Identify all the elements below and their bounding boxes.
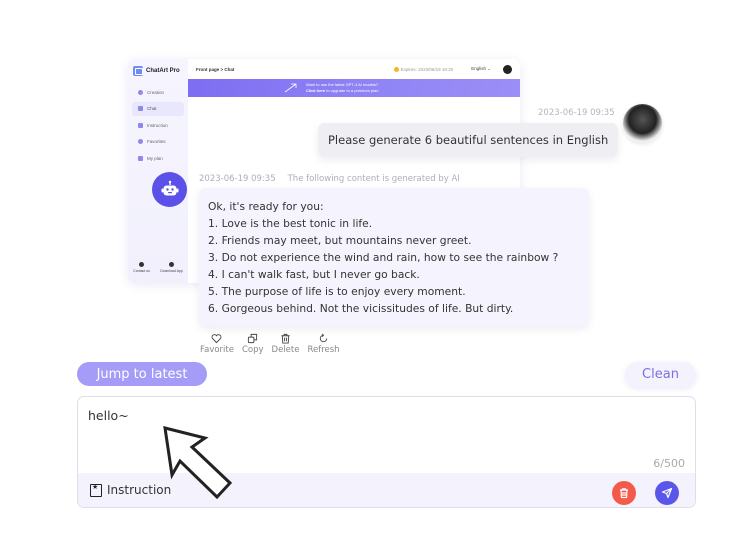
- ai-message-line: 2. Friends may meet, but mountains never…: [208, 234, 472, 247]
- jump-to-latest-button[interactable]: Jump to latest: [77, 362, 207, 386]
- mini-language-label: English: [471, 66, 486, 71]
- coin-icon: [393, 66, 399, 72]
- clean-button[interactable]: Clean: [625, 362, 696, 387]
- mini-nav-label: Chat: [147, 106, 157, 111]
- ai-message-bubble: Ok, it's ready for you: 1. Love is the b…: [199, 188, 589, 326]
- instruction-book-icon: [90, 483, 102, 497]
- mini-brand: ChatArt Pro: [146, 68, 180, 74]
- mini-nav-label: Instruction: [147, 122, 168, 128]
- mini-breadcrumb: Front page > Chat: [196, 66, 235, 72]
- heart-icon: [212, 334, 222, 344]
- user-avatar: [623, 104, 662, 143]
- chat-icon: [138, 106, 143, 111]
- mini-nav-favorites[interactable]: Favorites: [132, 135, 184, 149]
- pointer-arrow-icon: [163, 426, 233, 500]
- ai-message-timestamp: 2023-06-19 09:35: [199, 174, 276, 184]
- mini-nav-instruction[interactable]: Instruction: [132, 118, 184, 132]
- plan-icon: [138, 155, 143, 161]
- refresh-label: Refresh: [307, 345, 340, 355]
- delete-button[interactable]: Delete: [271, 333, 300, 355]
- mini-footer: Contact us Download App: [128, 262, 188, 273]
- ai-message-meta: 2023-06-19 09:35 The following content i…: [199, 174, 460, 184]
- mini-nav-label: Creation: [147, 89, 165, 95]
- mini-nav-creation[interactable]: Creation: [132, 85, 184, 99]
- mini-footer-label: Download App: [160, 269, 183, 273]
- character-counter: 6/500: [653, 457, 685, 470]
- refresh-icon: [319, 333, 328, 343]
- ai-message-line: Ok, it's ready for you:: [208, 200, 324, 213]
- user-message-text: Please generate 6 beautiful sentences in…: [328, 133, 609, 147]
- chatart-logo-icon: [133, 66, 143, 76]
- ai-message-line: 3. Do not experience the wind and rain, …: [208, 251, 559, 264]
- copy-icon: [248, 333, 258, 344]
- delete-label: Delete: [271, 345, 300, 355]
- mini-footer-label: Contact us: [133, 269, 150, 273]
- mini-language-select[interactable]: English ⌄: [471, 66, 491, 72]
- favorite-button[interactable]: Favorite: [200, 333, 234, 355]
- mini-nav-label: Favorites: [147, 139, 166, 144]
- mini-avatar[interactable]: [503, 64, 512, 74]
- creation-icon: [138, 89, 143, 95]
- trash-icon: [620, 488, 628, 499]
- user-message-timestamp: 2023-06-19 09:35: [538, 108, 615, 118]
- copy-label: Copy: [241, 345, 264, 355]
- mini-banner-line2: Click here to upgrade to a premium plan: [306, 88, 520, 94]
- trash-icon: [281, 333, 290, 344]
- message-input[interactable]: hello~: [88, 408, 129, 423]
- mini-banner-link[interactable]: Click here: [306, 88, 325, 93]
- clear-input-button[interactable]: [612, 481, 636, 505]
- upgrade-arrow-icon: [284, 83, 297, 93]
- mini-contact-us[interactable]: Contact us: [133, 262, 150, 273]
- user-message-bubble: Please generate 6 beautiful sentences in…: [318, 123, 619, 157]
- ai-message-line: 1. Love is the best tonic in life.: [208, 217, 373, 230]
- robot-assistant-icon[interactable]: [152, 172, 187, 207]
- mini-expiry-text: Expires: 2023/06/19 18:20: [400, 66, 454, 72]
- refresh-button[interactable]: Refresh: [307, 333, 340, 355]
- ai-message-line: 6. Gorgeous behind. Not the vicissitudes…: [208, 302, 514, 315]
- ai-generated-notice: The following content is generated by AI: [287, 174, 460, 184]
- message-actions: Favorite Copy Delete Refresh: [200, 333, 340, 355]
- ai-message-line: 5. The purpose of life is to enjoy every…: [208, 285, 466, 298]
- favorite-label: Favorite: [200, 345, 234, 355]
- mini-upgrade-banner[interactable]: Want to use the latest GPT-4 AI models? …: [188, 79, 520, 97]
- mini-nav-chat[interactable]: Chat: [132, 101, 184, 116]
- mini-nav-label: My plan: [147, 155, 163, 161]
- mini-nav: Creation Chat Instruction Favorites My p…: [132, 85, 184, 168]
- mini-expiry: Expires: 2023/06/19 18:20: [393, 66, 454, 72]
- contact-icon: [139, 262, 145, 267]
- mini-header: Front page > Chat Expires: 2023/06/19 18…: [188, 59, 520, 79]
- mini-logo: ChatArt Pro: [133, 66, 180, 76]
- ai-message-line: 4. I can't walk fast, but I never go bac…: [208, 268, 420, 281]
- mini-banner-text: to upgrade to a premium plan: [325, 88, 379, 93]
- instruction-icon: [138, 122, 143, 128]
- mini-sidebar: ChatArt Pro Creation Chat Instruction Fa…: [128, 59, 188, 283]
- send-button[interactable]: [655, 481, 679, 505]
- send-icon: [661, 487, 673, 499]
- copy-button[interactable]: Copy: [242, 333, 264, 355]
- download-icon: [169, 262, 175, 267]
- favorites-icon: [138, 139, 143, 144]
- mini-download-app[interactable]: Download App: [160, 262, 183, 273]
- mini-nav-my-plan[interactable]: My plan: [132, 151, 184, 165]
